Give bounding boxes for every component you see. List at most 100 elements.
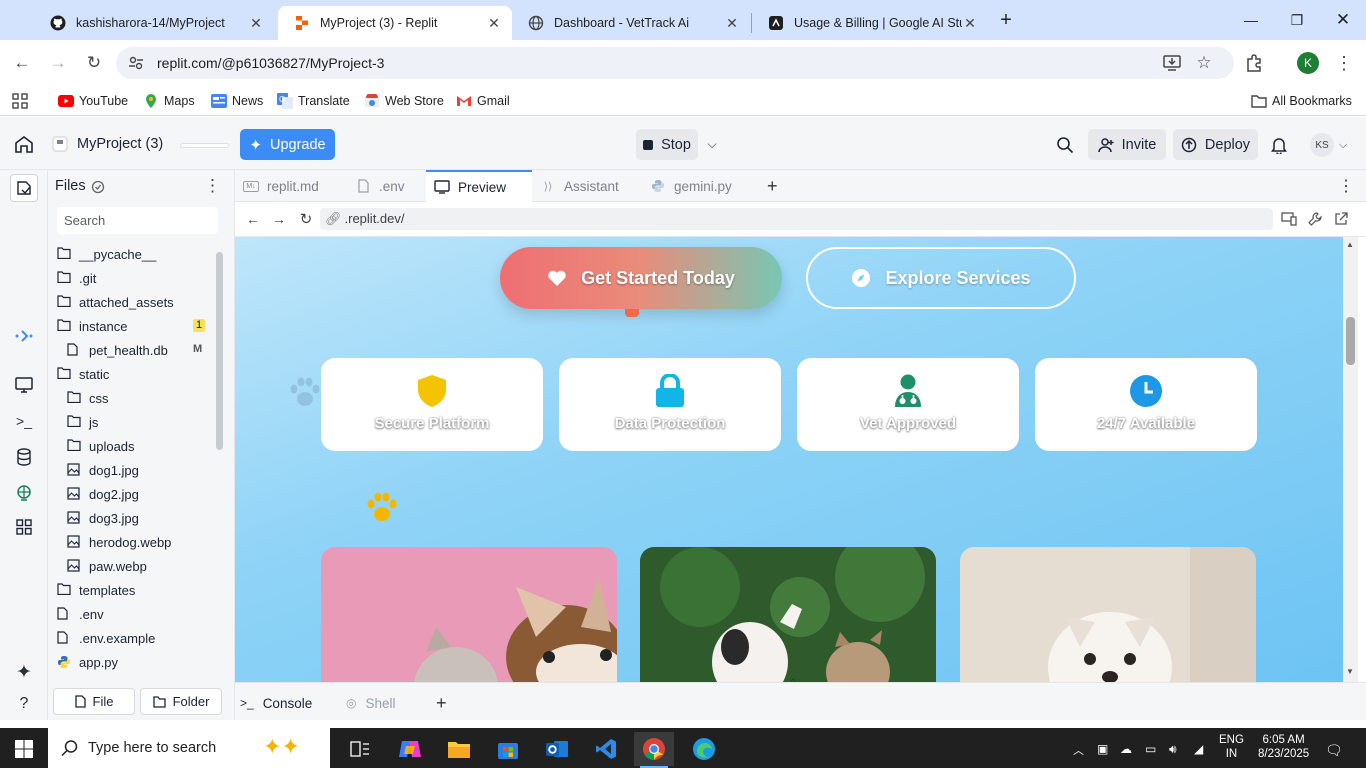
taskbar-search-input[interactable]: Type here to search ✦✦ (48, 728, 330, 768)
copilot-app-icon[interactable] (390, 732, 430, 766)
new-file-button[interactable]: File (53, 688, 135, 715)
file-tree-item[interactable]: dog1.jpg (67, 459, 139, 481)
get-started-button[interactable]: Get Started Today (500, 247, 782, 309)
chrome-taskbar-icon[interactable] (634, 732, 674, 766)
close-tab-icon[interactable]: ✕ (962, 15, 978, 31)
vscode-icon[interactable] (586, 732, 626, 766)
new-tab-button[interactable]: + (984, 0, 1028, 40)
file-tree-item[interactable]: __pycache__ (57, 243, 156, 265)
chevron-down-icon[interactable]: ⌵ (700, 129, 724, 160)
tab-replit-md[interactable]: M↓ replit.md (235, 170, 345, 202)
file-tree-item[interactable]: app.py (57, 651, 118, 673)
outlook-icon[interactable] (537, 732, 577, 766)
add-tab-button[interactable]: + (759, 170, 789, 202)
language-indicator[interactable]: ENG IN (1219, 733, 1244, 761)
webview-reload-button[interactable]: ↻ (290, 203, 322, 235)
bookmark-star-icon[interactable]: ☆ (1188, 47, 1220, 79)
file-search-input[interactable]: Search (57, 207, 218, 234)
network-icon[interactable]: ◢ (1194, 742, 1203, 756)
file-tree-item[interactable]: attached_assets (57, 291, 174, 313)
chrome-menu-icon[interactable]: ⋮ (1328, 47, 1360, 79)
close-window-button[interactable]: ✕ (1320, 0, 1366, 40)
deployments-icon[interactable] (12, 481, 36, 505)
files-tool-icon[interactable] (10, 174, 38, 202)
profile-avatar[interactable]: K (1297, 52, 1319, 74)
file-tree-item[interactable]: js (67, 411, 98, 433)
back-button[interactable]: ← (6, 47, 38, 79)
volume-icon[interactable]: 🔊︎ (1169, 742, 1177, 757)
onedrive-icon[interactable]: ☁ (1120, 742, 1132, 756)
files-settings-icon[interactable] (91, 180, 105, 194)
kebab-menu-icon[interactable]: ⋮ (204, 176, 221, 196)
clock[interactable]: 6:05 AM 8/23/2025 (1258, 733, 1309, 761)
home-icon[interactable] (14, 135, 34, 153)
file-tree-item[interactable]: .env (57, 603, 104, 625)
add-console-tab-button[interactable]: + (436, 690, 447, 716)
bookmark-news[interactable]: News (211, 92, 263, 110)
all-tools-icon[interactable] (12, 515, 36, 539)
install-app-icon[interactable] (1156, 47, 1188, 79)
address-bar[interactable]: replit.com/@p61036827/MyProject-3 (116, 47, 1234, 79)
windows-start-icon[interactable] (4, 732, 44, 766)
file-tree-item[interactable]: herodog.webp (67, 531, 171, 553)
preview-scrollbar[interactable]: ▲ ▼ (1343, 237, 1358, 682)
browser-tab[interactable]: Usage & Billing | Google AI Stu ✕ (752, 6, 988, 40)
stop-button[interactable]: Stop (636, 129, 698, 160)
upgrade-button[interactable]: ✦ Upgrade (240, 129, 335, 160)
microsoft-store-icon[interactable] (488, 732, 528, 766)
deploy-button[interactable]: Deploy (1173, 129, 1258, 160)
tab-preview[interactable]: Preview (426, 170, 532, 202)
bookmark-youtube[interactable]: YouTube (58, 92, 128, 110)
bell-icon[interactable] (1271, 136, 1287, 154)
preview-tool-icon[interactable] (12, 373, 36, 397)
project-name-button[interactable]: MyProject (3) (52, 136, 163, 152)
bookmark-translate[interactable]: G Translate (277, 92, 350, 110)
bookmark-maps[interactable]: Maps (143, 92, 195, 110)
edge-icon[interactable] (684, 732, 724, 766)
ai-sparkle-icon[interactable]: ✦ (12, 660, 36, 684)
browser-tab[interactable]: Dashboard - VetTrack Ai ✕ (512, 6, 750, 40)
file-tree-item[interactable]: instance (57, 315, 127, 337)
close-tab-icon[interactable]: ✕ (724, 15, 740, 31)
site-settings-icon[interactable] (128, 55, 144, 71)
show-hidden-icons[interactable]: ︿ (1073, 742, 1084, 758)
close-tab-icon[interactable]: ✕ (248, 15, 264, 31)
invite-button[interactable]: Invite (1088, 129, 1166, 160)
file-tree-item[interactable]: pet_health.db (67, 339, 168, 361)
restore-button[interactable]: ❐ (1274, 0, 1320, 40)
file-tree-item[interactable]: dog2.jpg (67, 483, 139, 505)
bookmark-web-store[interactable]: Web Store (364, 92, 444, 110)
tab-env[interactable]: .env (347, 170, 427, 202)
file-tree-item[interactable]: css (67, 387, 109, 409)
new-folder-button[interactable]: Folder (140, 688, 222, 715)
help-icon[interactable]: ? (12, 692, 36, 716)
tab-console[interactable]: >_ Console (240, 690, 312, 716)
shell-tool-icon[interactable]: >_ (12, 409, 36, 433)
extensions-icon[interactable] (1238, 47, 1270, 79)
close-tab-icon[interactable]: ✕ (486, 15, 502, 31)
file-explorer-icon[interactable] (439, 732, 479, 766)
tab-assistant[interactable]: ⟩⟩ Assistant (532, 170, 642, 202)
notifications-icon[interactable]: 🗨︎ (1325, 742, 1343, 759)
agent-tool-icon[interactable] (12, 324, 36, 348)
open-new-tab-icon[interactable] (1325, 203, 1357, 235)
browser-tab[interactable]: kashisharora-14/MyProject ✕ (34, 6, 274, 40)
apps-grid-icon[interactable] (12, 92, 28, 110)
forward-button[interactable]: → (42, 47, 74, 79)
file-tree-item[interactable]: paw.webp (67, 555, 147, 577)
file-tree-item[interactable]: .git (57, 267, 96, 289)
file-tree-scrollbar[interactable] (215, 237, 223, 677)
minimize-button[interactable]: — (1228, 0, 1274, 40)
tab-shell[interactable]: ◎ Shell (346, 690, 396, 716)
browser-tab-active[interactable]: MyProject (3) - Replit ✕ (278, 6, 512, 40)
explore-services-button[interactable]: Explore Services (806, 247, 1076, 309)
webview-url-input[interactable]: 🔗︎ .replit.dev/ (320, 208, 1273, 230)
all-bookmarks-button[interactable]: All Bookmarks (1251, 92, 1352, 110)
pane-options-icon[interactable]: ⋮ (1330, 170, 1354, 202)
file-tree-item[interactable]: templates (57, 579, 135, 601)
database-icon[interactable] (12, 445, 36, 469)
file-tree-item[interactable]: uploads (67, 435, 135, 457)
file-tree-item[interactable]: .env.example (57, 627, 155, 649)
battery-icon[interactable]: ▭ (1145, 742, 1156, 756)
task-view-icon[interactable] (340, 732, 380, 766)
